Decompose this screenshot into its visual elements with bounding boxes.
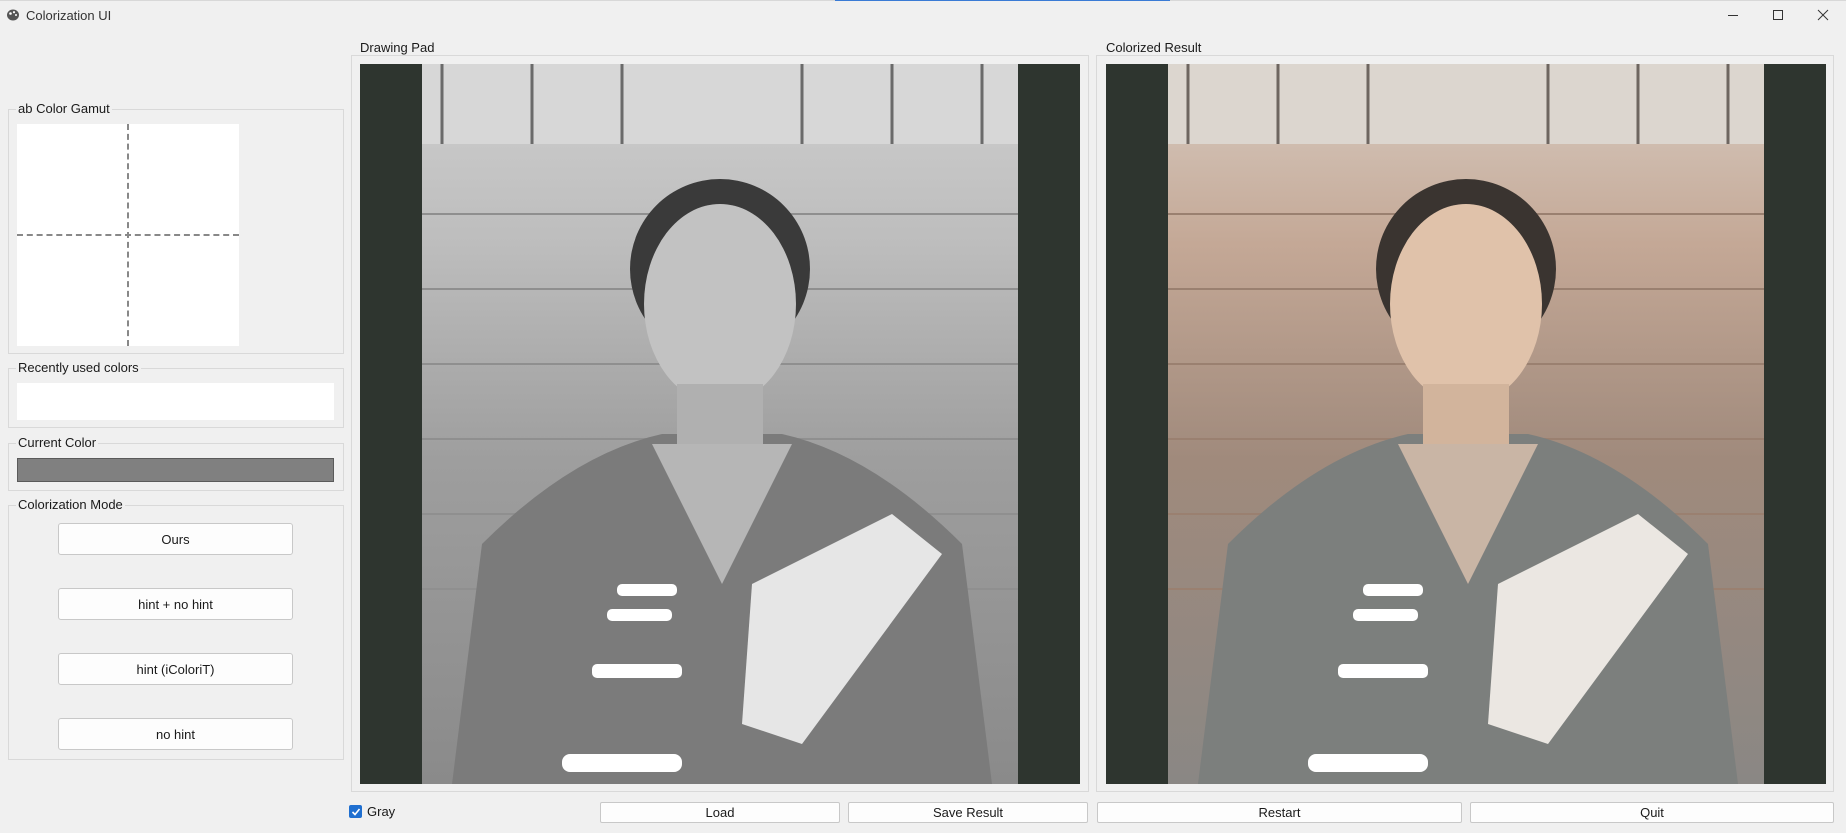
colorized-result-canvas xyxy=(1106,64,1826,784)
gamut-group-label: ab Color Gamut xyxy=(16,101,112,116)
result-label: Colorized Result xyxy=(1104,40,1204,55)
recent-colors-swatch-area[interactable] xyxy=(17,383,334,420)
window-title: Colorization UI xyxy=(26,8,112,23)
close-icon xyxy=(1817,9,1829,21)
maximize-icon xyxy=(1773,10,1783,20)
drawing-pad-canvas[interactable] xyxy=(360,64,1080,784)
drawing-pad-label: Drawing Pad xyxy=(358,40,437,55)
close-button[interactable] xyxy=(1800,0,1846,30)
restart-button[interactable]: Restart xyxy=(1097,802,1462,823)
gamut-vertical-axis xyxy=(127,124,129,346)
mode-hint-no-hint-button[interactable]: hint + no hint xyxy=(58,588,293,620)
minimize-icon xyxy=(1728,15,1738,16)
quit-button[interactable]: Quit xyxy=(1470,802,1834,823)
current-color-swatch[interactable] xyxy=(17,458,334,482)
recent-group-label: Recently used colors xyxy=(16,360,141,375)
mode-no-hint-button[interactable]: no hint xyxy=(58,718,293,750)
minimize-button[interactable] xyxy=(1710,0,1756,30)
maximize-button[interactable] xyxy=(1755,0,1801,30)
mode-group-label: Colorization Mode xyxy=(16,497,125,512)
mode-hint-icolorit-button[interactable]: hint (iColoriT) xyxy=(58,653,293,685)
gray-checkbox[interactable] xyxy=(349,805,362,818)
checkmark-icon xyxy=(351,807,360,816)
app-icon xyxy=(7,9,19,21)
title-bar: Colorization UI xyxy=(0,0,1846,30)
grayscale-photo xyxy=(422,64,1018,784)
save-result-button[interactable]: Save Result xyxy=(848,802,1088,823)
colorized-photo xyxy=(1168,64,1764,784)
window-top-border xyxy=(0,0,1846,1)
ab-color-gamut[interactable] xyxy=(17,124,239,346)
brick-wall-color xyxy=(1168,64,1764,784)
mode-ours-button[interactable]: Ours xyxy=(58,523,293,555)
current-color-label: Current Color xyxy=(16,435,99,450)
brick-wall-bw xyxy=(422,64,1018,784)
load-button[interactable]: Load xyxy=(600,802,840,823)
gray-checkbox-label[interactable]: Gray xyxy=(367,804,395,819)
